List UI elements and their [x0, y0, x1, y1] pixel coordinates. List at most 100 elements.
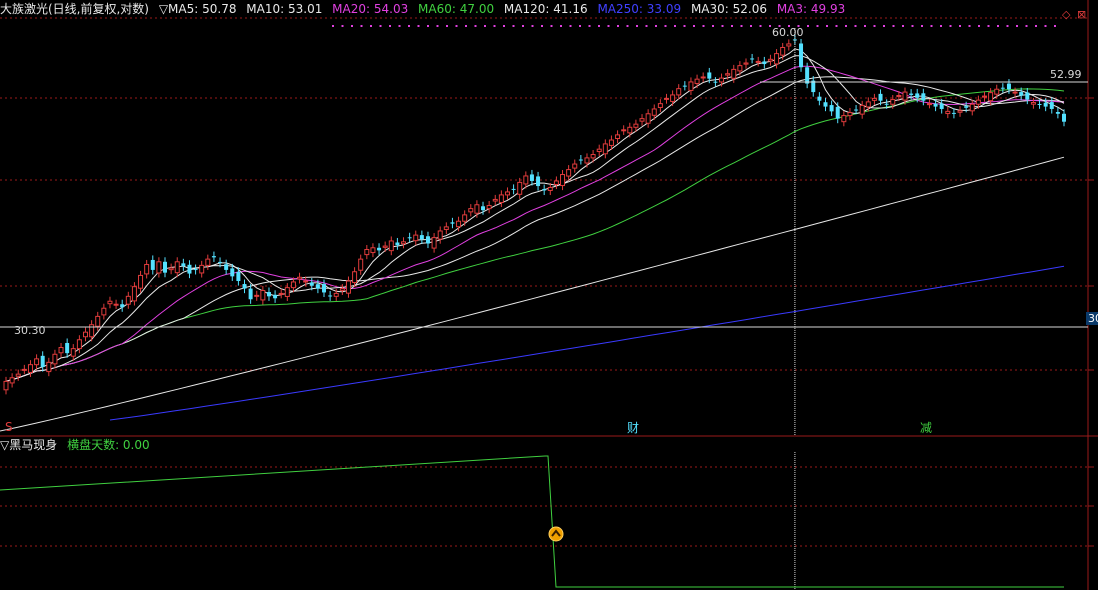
candle	[199, 260, 205, 278]
candle	[468, 204, 474, 217]
candle-body	[395, 242, 400, 246]
candle-body	[829, 105, 834, 112]
candle-body	[553, 180, 559, 185]
candle	[27, 360, 33, 377]
candle-body	[854, 109, 859, 111]
candle	[511, 184, 516, 195]
signal-dot	[436, 25, 439, 27]
signal-dot	[1025, 25, 1028, 27]
close-icon[interactable]: ⊠	[1077, 8, 1086, 21]
candle	[364, 244, 370, 260]
low-price-label: 30.30	[14, 324, 46, 337]
candle	[370, 243, 376, 258]
candle-body	[413, 234, 419, 242]
candle	[407, 232, 412, 243]
candle	[645, 109, 651, 128]
signal-dot	[902, 25, 904, 27]
signal-dot	[341, 25, 344, 27]
signal-dot	[398, 25, 401, 27]
candle	[657, 99, 663, 113]
candle-body	[774, 53, 780, 65]
candle-body	[1037, 103, 1042, 105]
candle	[682, 81, 687, 91]
candle-body	[707, 72, 712, 79]
ma3-label: MA3: 49.93	[776, 2, 846, 16]
signal-dot	[626, 25, 629, 27]
ma20-label: MA20: 54.03	[332, 2, 409, 16]
candle-body	[750, 58, 755, 60]
ma250-path	[109, 265, 1065, 421]
candle	[969, 99, 975, 116]
candle-body	[841, 115, 847, 123]
top-dots	[332, 25, 1056, 27]
candle-body	[150, 259, 155, 270]
ma250-label: MA250: 33.09	[597, 2, 682, 16]
signal-dot	[683, 25, 686, 27]
candle-body	[994, 88, 1000, 95]
signal-dot	[484, 25, 486, 27]
ma30-label: MA30: 52.06	[690, 2, 767, 16]
candle-body	[896, 95, 902, 98]
signal-dot	[883, 25, 885, 27]
diamond-icon[interactable]: ◇	[1062, 8, 1070, 21]
candle	[193, 264, 198, 275]
signal-dot	[759, 25, 762, 27]
candle	[799, 38, 804, 72]
signal-dot	[674, 25, 676, 27]
candle	[1000, 83, 1005, 93]
candle-body	[780, 46, 786, 56]
candle	[639, 114, 645, 126]
candle-body	[694, 78, 700, 84]
candle	[9, 373, 15, 388]
candle	[156, 257, 162, 278]
candle	[762, 56, 767, 69]
candle-body	[9, 377, 15, 384]
candle-body	[682, 85, 687, 87]
up-arrow-icon[interactable]	[548, 526, 564, 542]
candle	[431, 233, 437, 253]
candle	[52, 349, 58, 369]
candle	[566, 165, 572, 181]
candle-body	[731, 68, 737, 79]
sub-line-path	[0, 455, 1064, 588]
candle-body	[799, 43, 804, 68]
signal-dot	[826, 25, 828, 27]
candle	[572, 159, 578, 173]
candle-body	[425, 236, 430, 244]
signal-dot	[997, 25, 999, 27]
candle-body	[964, 106, 969, 108]
signal-dot	[930, 25, 933, 27]
stock-title: 大族激光(日线,前复权,对数)	[0, 2, 149, 16]
candle	[596, 144, 602, 157]
candle	[15, 369, 21, 381]
signal-dot	[740, 25, 743, 27]
ma60-line	[5, 88, 1065, 382]
candle-body	[401, 241, 407, 245]
candle	[553, 176, 559, 190]
high-price-label: 60.00	[772, 26, 804, 39]
candle-body	[230, 268, 235, 277]
candle-body	[242, 284, 247, 289]
candle	[584, 153, 590, 168]
candle-body	[156, 261, 162, 274]
candle-body	[981, 95, 987, 98]
candle-body	[382, 245, 388, 248]
candle-body	[358, 258, 364, 271]
candle-body	[915, 93, 920, 98]
candle-body	[456, 220, 462, 228]
candle	[236, 267, 241, 286]
candle-body	[767, 58, 773, 62]
candle-body	[663, 97, 669, 100]
candle	[297, 272, 303, 284]
candle-body	[113, 303, 119, 306]
candle-body	[273, 294, 278, 299]
signal-dot	[702, 25, 705, 27]
signal-dot	[1016, 25, 1018, 27]
candle	[328, 290, 333, 301]
candle-body	[1030, 101, 1036, 105]
candle-body	[1000, 87, 1005, 89]
candle-body	[615, 134, 621, 140]
candle	[138, 270, 144, 293]
candle-body	[933, 103, 938, 107]
candle-body	[536, 176, 541, 187]
